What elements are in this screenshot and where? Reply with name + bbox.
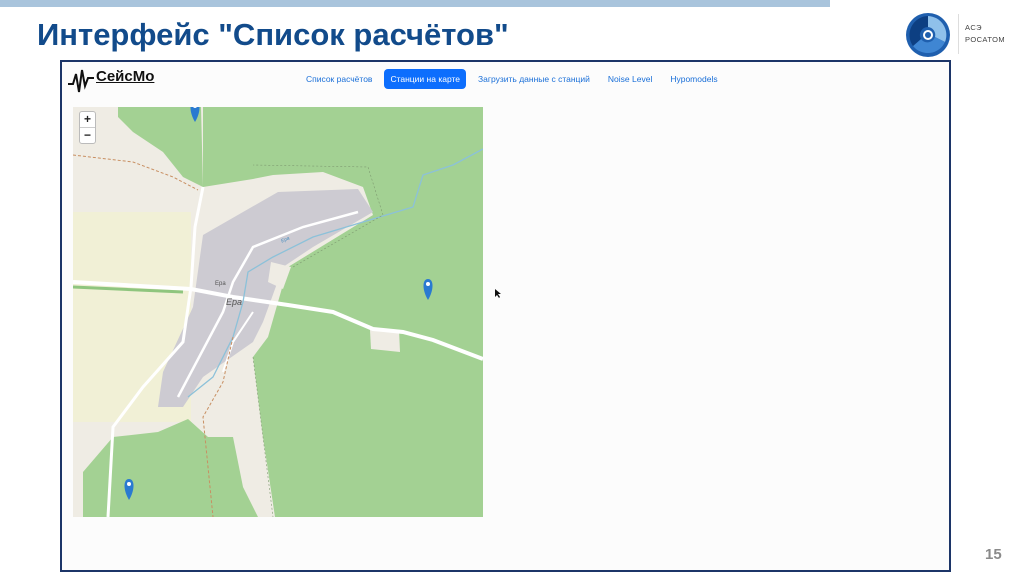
nav-hypomodels[interactable]: Hypomodels: [664, 69, 723, 89]
logo-text-ase: АСЭ: [965, 23, 983, 32]
slide-title: Интерфейс "Список расчётов": [37, 17, 509, 52]
main-nav: Список расчётов Станции на карте Загрузи…: [300, 69, 724, 89]
stations-map[interactable]: Ера Ера Ера + −: [73, 107, 483, 517]
zoom-out-button[interactable]: −: [80, 128, 95, 143]
nav-stations-map[interactable]: Станции на карте: [384, 69, 467, 89]
top-accent-bar: [0, 0, 830, 7]
nav-calculations-list[interactable]: Список расчётов: [300, 69, 378, 89]
brand-name: СейсМо: [96, 68, 155, 85]
map-label-village: Ера: [226, 297, 243, 307]
app-screenshot: СейсМо Список расчётов Станции на карте …: [60, 60, 951, 572]
logo-text-rosatom: РОСАТОМ: [965, 35, 1006, 44]
brand[interactable]: СейсМо: [68, 66, 154, 96]
rosatom-logo-icon: [906, 13, 950, 57]
seismogram-icon: [68, 69, 94, 93]
logo-text: АСЭ РОСАТОМ: [965, 22, 1005, 46]
zoom-control: + −: [79, 111, 96, 144]
logo-divider: [958, 14, 959, 54]
map-tiles[interactable]: [73, 107, 483, 517]
page-number: 15: [985, 546, 1002, 563]
nav-upload-station-data[interactable]: Загрузить данные с станций: [472, 69, 596, 89]
mouse-cursor-icon: [495, 289, 501, 298]
map-label-village-small: Ера: [215, 281, 226, 287]
zoom-in-button[interactable]: +: [80, 112, 95, 128]
nav-noise-level[interactable]: Noise Level: [602, 69, 658, 89]
